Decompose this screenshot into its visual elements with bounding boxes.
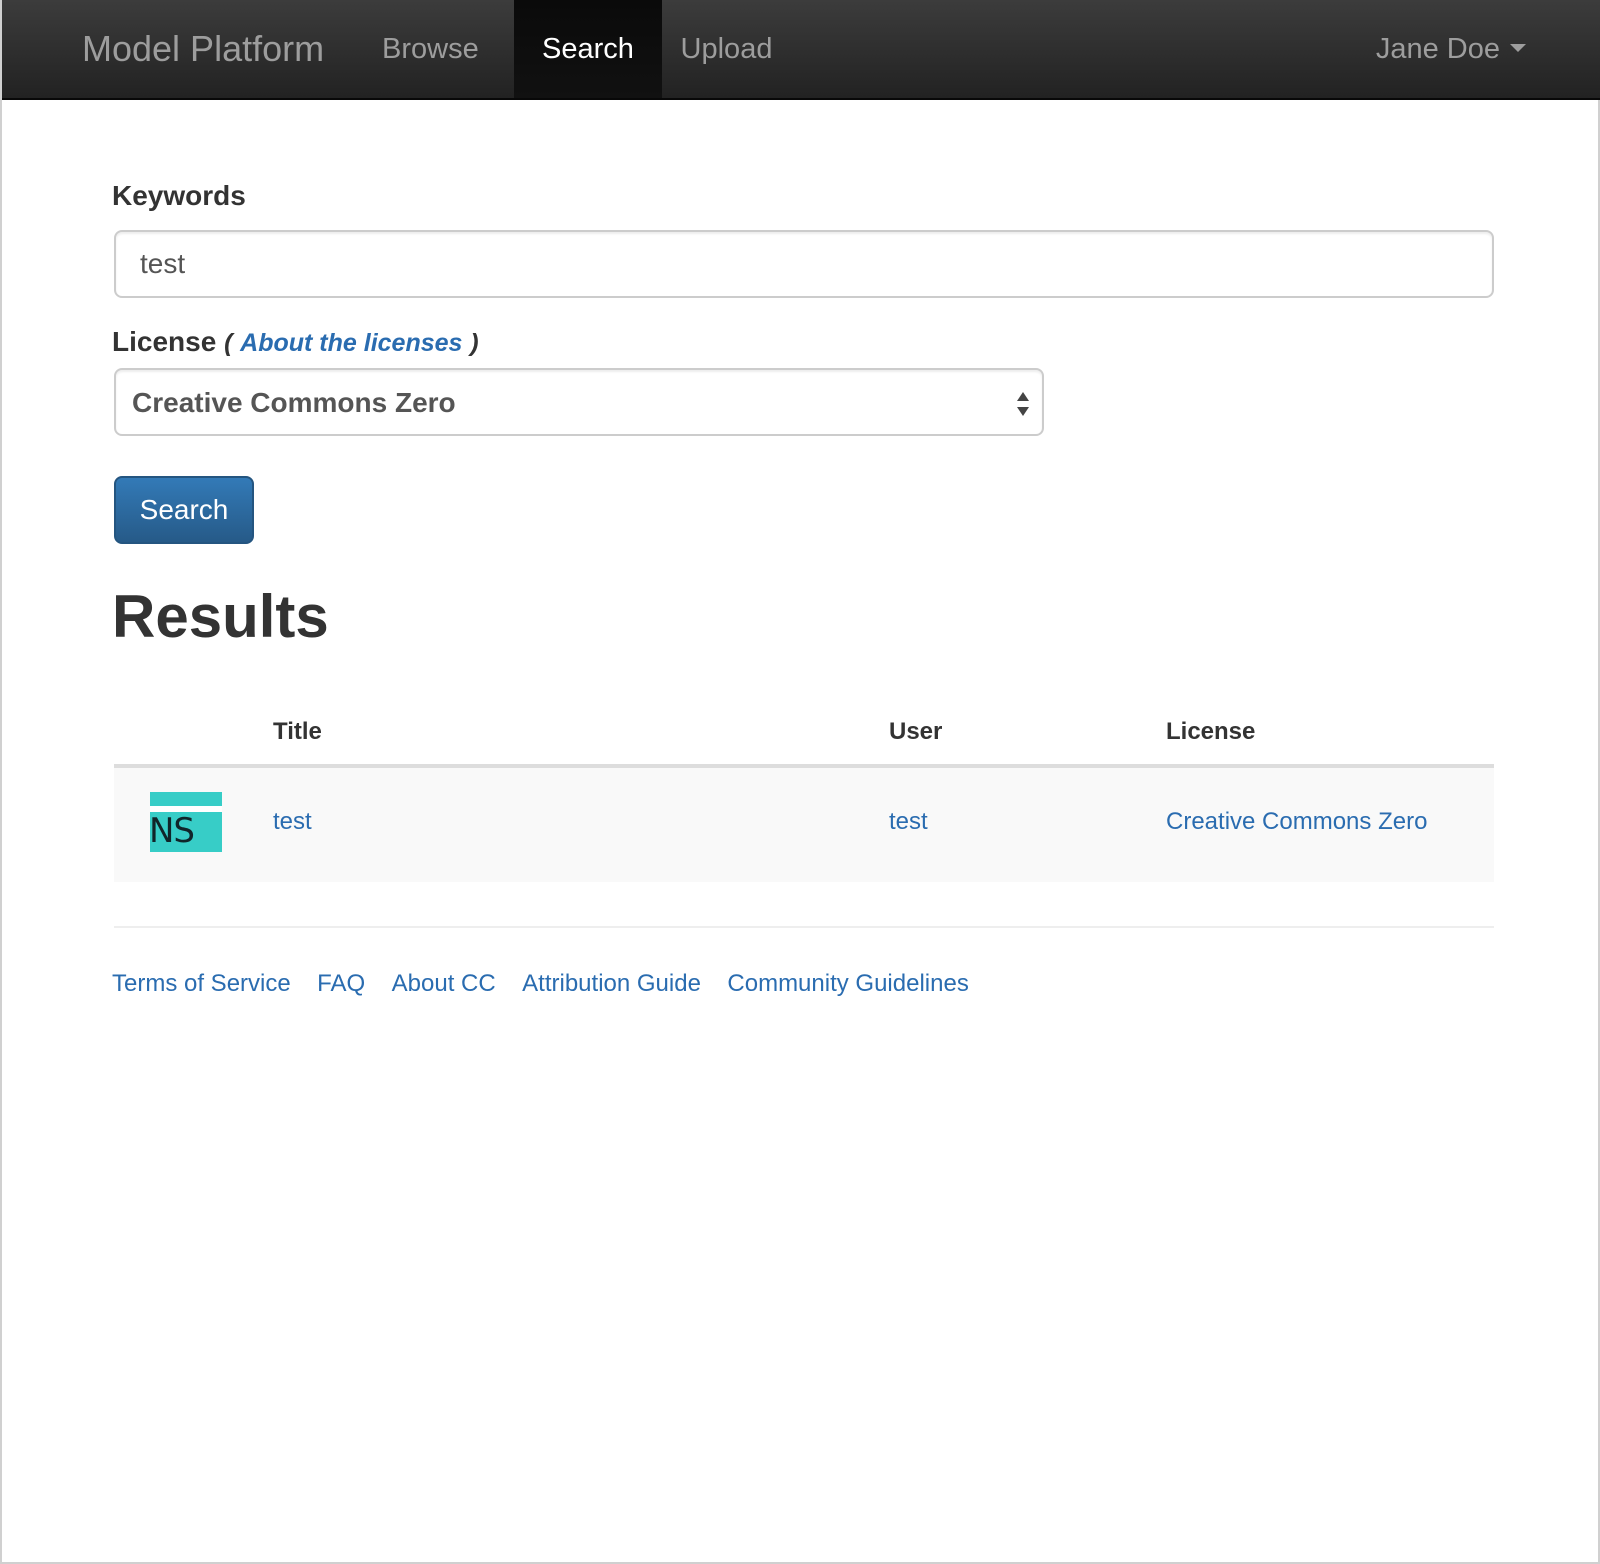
nav-search[interactable]: Search — [514, 0, 662, 98]
search-button[interactable]: Search — [114, 476, 254, 544]
keywords-label: Keywords — [112, 180, 246, 211]
column-header-user: User — [889, 718, 943, 745]
page: Model Platform Browse Search Upload Jane… — [0, 0, 1600, 1564]
result-title-link[interactable]: test — [273, 808, 312, 836]
nav-upload[interactable]: Upload — [679, 0, 774, 98]
table-header: Title User License — [114, 696, 1494, 768]
thumbnail-text: NS — [149, 811, 195, 851]
column-header-license: License — [1166, 718, 1256, 745]
about-licenses-link[interactable]: About the licenses — [240, 329, 462, 357]
keywords-input[interactable] — [114, 230, 1494, 298]
caret-down-icon — [1510, 44, 1526, 53]
nav-browse[interactable]: Browse — [382, 0, 479, 98]
footer-link-attribution-guide[interactable]: Attribution Guide — [522, 970, 701, 997]
brand-link[interactable]: Model Platform — [82, 28, 324, 70]
footer-link-terms[interactable]: Terms of Service — [112, 970, 291, 997]
footer-link-faq[interactable]: FAQ — [317, 970, 365, 997]
select-arrows-icon — [1017, 392, 1029, 416]
thumbnail-bar — [150, 792, 222, 806]
footer-divider — [114, 926, 1494, 928]
footer-links: Terms of Service FAQ About CC Attributio… — [112, 970, 991, 998]
table-row: NS test test Creative Commons Zero — [114, 768, 1494, 882]
paren-close: ) — [470, 329, 479, 357]
model-thumbnail[interactable]: NS — [149, 792, 222, 852]
user-menu[interactable]: Jane Doe — [1376, 0, 1526, 98]
license-label: License — [112, 326, 217, 357]
column-header-title: Title — [273, 718, 322, 745]
license-select-value: Creative Commons Zero — [132, 387, 456, 418]
results-heading: Results — [112, 583, 329, 650]
footer-link-community-guidelines[interactable]: Community Guidelines — [727, 970, 968, 997]
paren-open: ( — [224, 329, 233, 357]
results-table: Title User License NS test test Creative… — [114, 696, 1494, 882]
license-label-row: License ( About the licenses ) — [112, 326, 479, 358]
user-name: Jane Doe — [1375, 33, 1500, 65]
navbar: Model Platform Browse Search Upload Jane… — [2, 0, 1600, 100]
license-select[interactable]: Creative Commons Zero — [114, 368, 1044, 436]
footer-link-about-cc[interactable]: About CC — [392, 970, 496, 997]
result-license-link[interactable]: Creative Commons Zero — [1166, 808, 1427, 836]
result-user-link[interactable]: test — [889, 808, 928, 836]
